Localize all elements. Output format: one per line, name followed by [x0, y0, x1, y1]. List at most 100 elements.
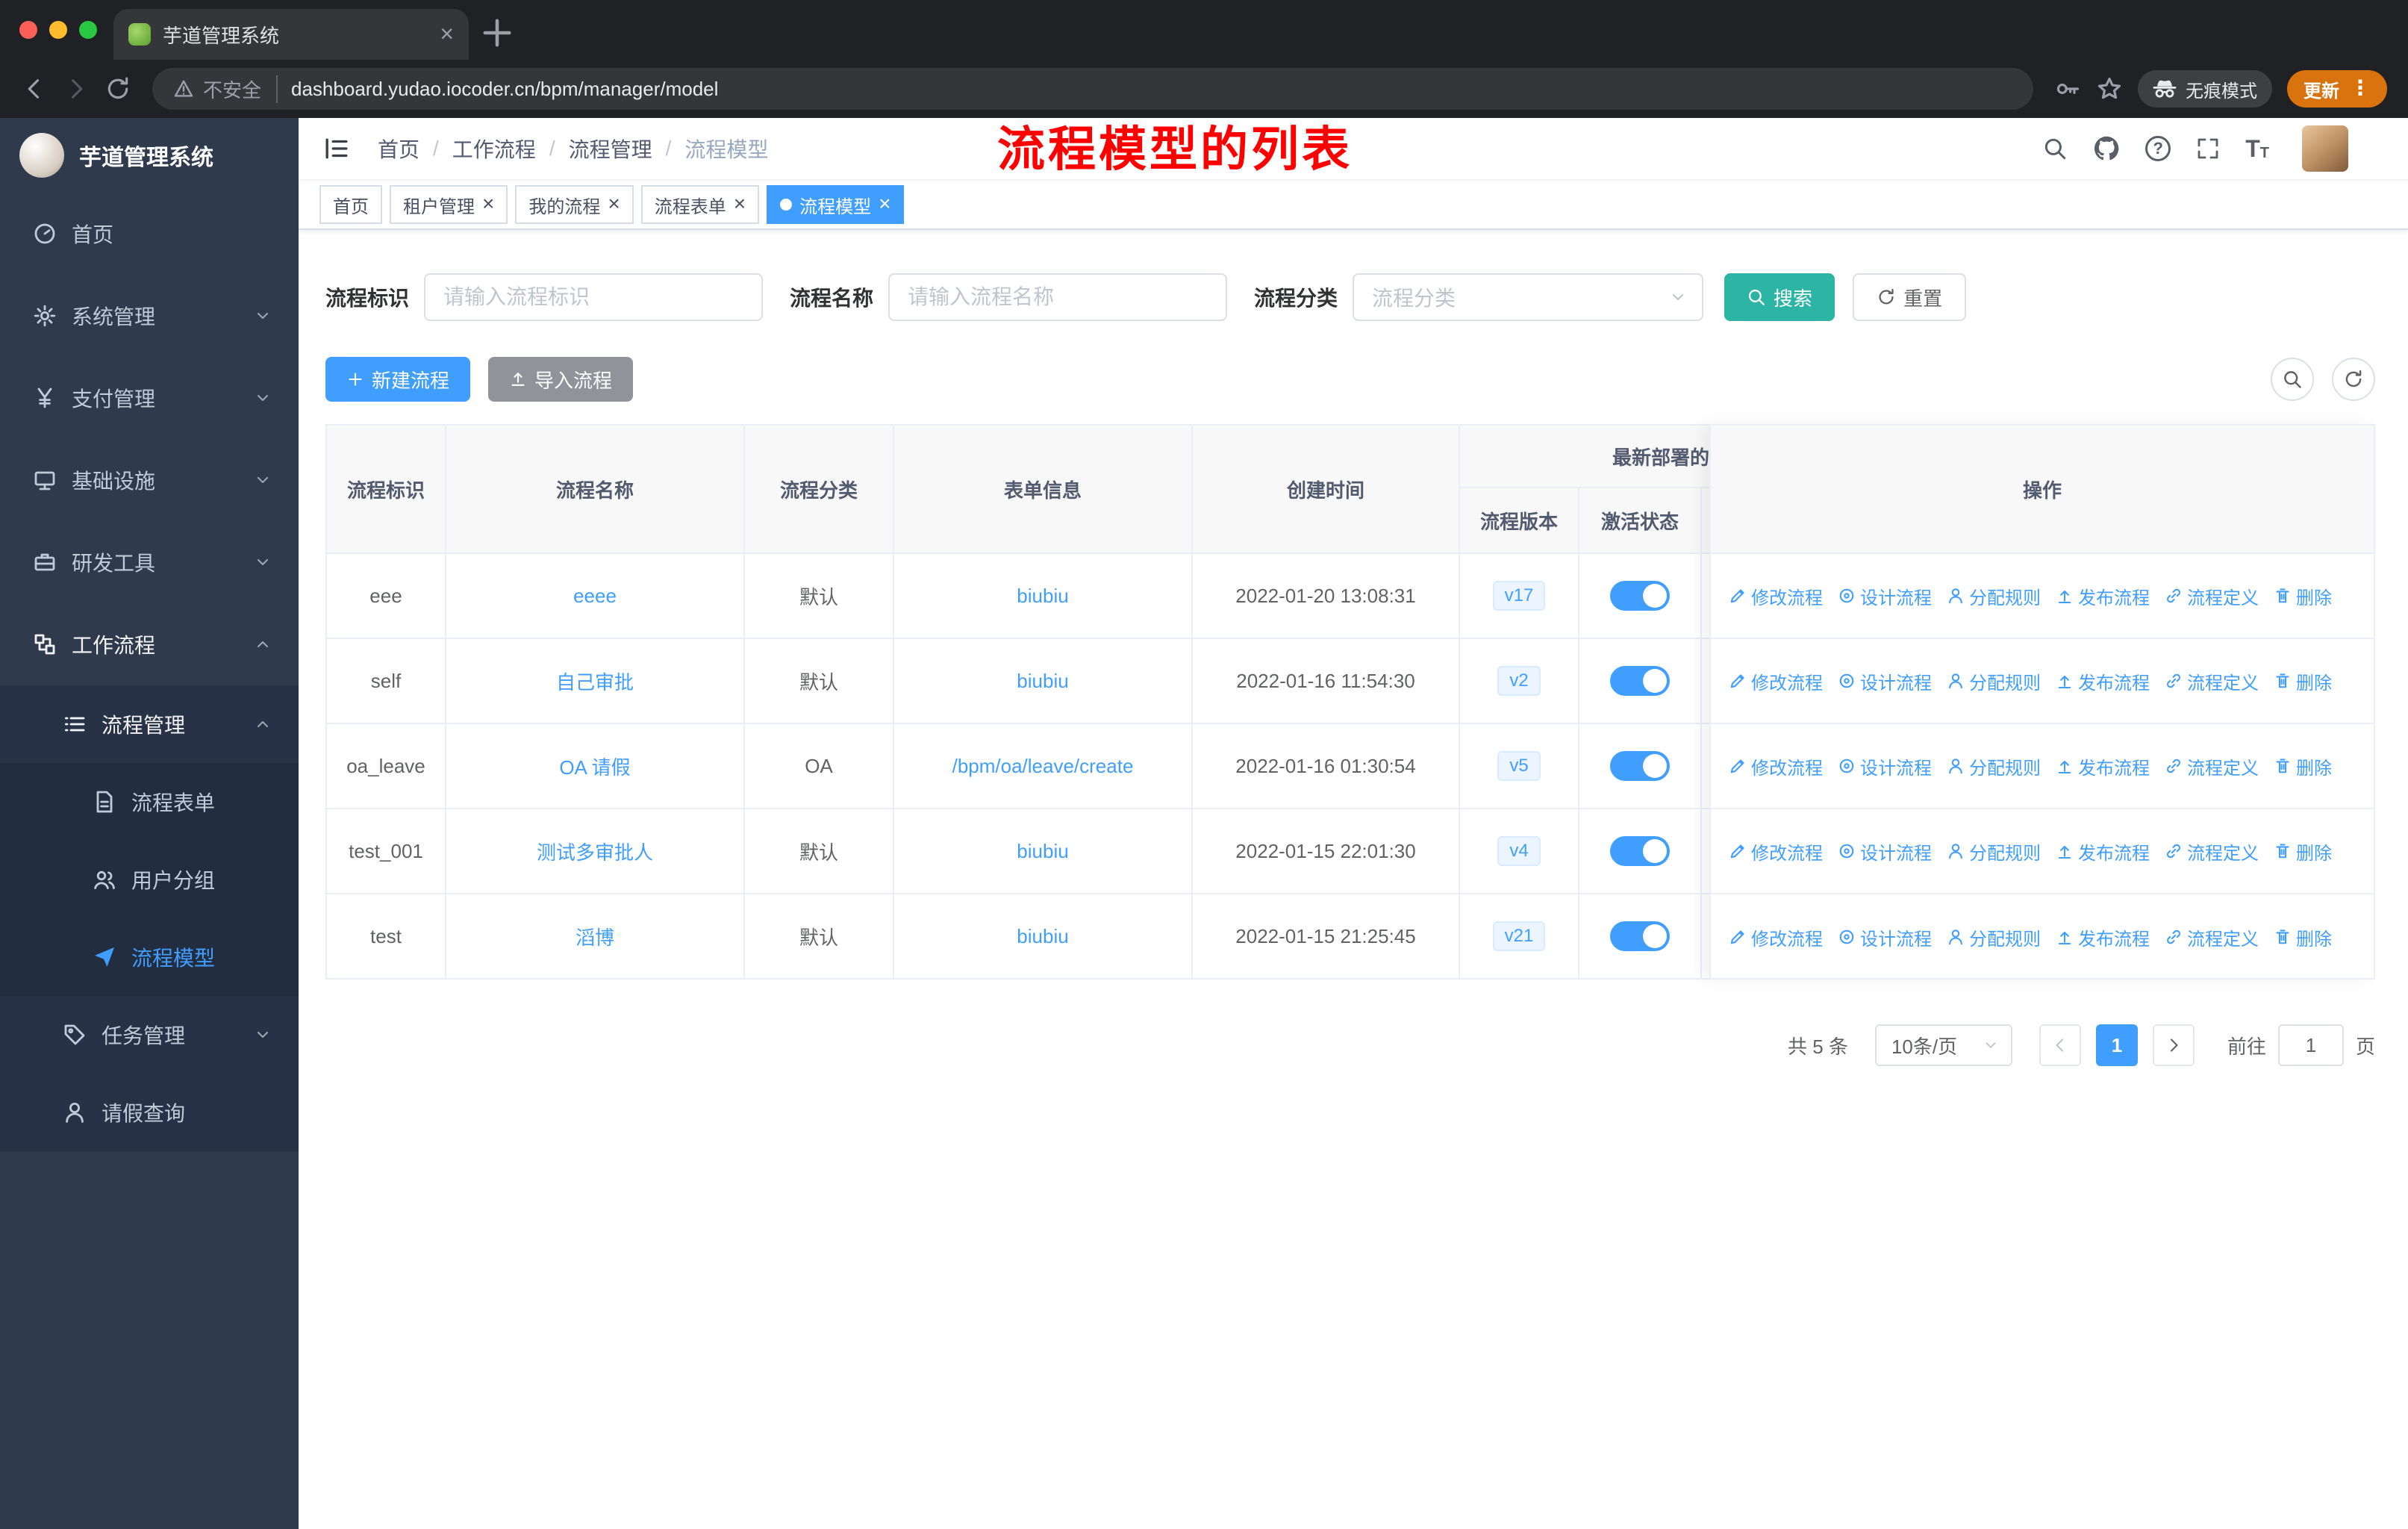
form-link[interactable]: biubiu: [1017, 670, 1068, 692]
action-流程定义[interactable]: 流程定义: [2165, 838, 2259, 865]
form-link[interactable]: biubiu: [1017, 585, 1068, 607]
tag-流程表单[interactable]: 流程表单: [640, 185, 760, 224]
action-修改流程[interactable]: 修改流程: [1729, 924, 1823, 950]
sidebar-item-流程模型[interactable]: 流程模型: [0, 918, 299, 996]
back-icon[interactable]: [21, 75, 48, 102]
close-window-button[interactable]: [19, 21, 37, 39]
security-status[interactable]: 不安全: [173, 75, 278, 103]
action-分配规则[interactable]: 分配规则: [1947, 753, 2041, 779]
tag-我的流程[interactable]: 我的流程: [515, 185, 634, 224]
action-发布流程[interactable]: 发布流程: [2056, 753, 2150, 779]
tag-流程模型[interactable]: 流程模型: [767, 185, 905, 224]
create-process-button[interactable]: 新建流程: [325, 357, 471, 402]
process-name-input[interactable]: [888, 273, 1228, 321]
breadcrumb-home[interactable]: 首页: [378, 134, 419, 164]
active-toggle[interactable]: [1610, 581, 1670, 611]
action-设计流程[interactable]: 设计流程: [1838, 753, 1932, 779]
sidebar-collapse-icon[interactable]: [322, 134, 351, 163]
tag-首页[interactable]: 首页: [319, 185, 382, 224]
tag-租户管理[interactable]: 租户管理: [390, 185, 508, 224]
sidebar-item-研发工具[interactable]: 研发工具: [0, 521, 299, 603]
process-key-input[interactable]: [424, 273, 764, 321]
sidebar-item-流程管理[interactable]: 流程管理: [0, 685, 299, 763]
process-name-link[interactable]: eeee: [573, 585, 617, 607]
user-avatar[interactable]: [2302, 125, 2348, 172]
category-select[interactable]: 流程分类: [1353, 273, 1704, 321]
action-删除[interactable]: 删除: [2274, 583, 2332, 609]
minimize-window-button[interactable]: [49, 21, 67, 39]
sidebar-item-基础设施[interactable]: 基础设施: [0, 439, 299, 521]
sidebar-item-系统管理[interactable]: 系统管理: [0, 275, 299, 357]
help-icon[interactable]: [2145, 136, 2171, 161]
form-link[interactable]: biubiu: [1017, 840, 1068, 862]
active-toggle[interactable]: [1610, 751, 1670, 781]
font-size-icon[interactable]: [2245, 137, 2269, 161]
prev-page-button[interactable]: [2039, 1024, 2081, 1066]
action-设计流程[interactable]: 设计流程: [1838, 838, 1932, 865]
refresh-table-button[interactable]: [2332, 358, 2375, 401]
close-icon[interactable]: [608, 193, 620, 216]
sidebar-item-任务管理[interactable]: 任务管理: [0, 996, 299, 1074]
action-分配规则[interactable]: 分配规则: [1947, 838, 2041, 865]
breadcrumb-workflow[interactable]: 工作流程: [452, 134, 536, 164]
update-button[interactable]: 更新: [2287, 70, 2387, 108]
action-删除[interactable]: 删除: [2274, 668, 2332, 694]
bookmark-star-icon[interactable]: [2096, 75, 2123, 102]
url-bar[interactable]: 不安全 dashboard.yudao.iocoder.cn/bpm/manag…: [152, 68, 2033, 110]
action-发布流程[interactable]: 发布流程: [2056, 924, 2150, 950]
breadcrumb-process-mgmt[interactable]: 流程管理: [569, 134, 652, 164]
current-page-button[interactable]: 1: [2095, 1024, 2138, 1066]
action-流程定义[interactable]: 流程定义: [2165, 753, 2259, 779]
form-link[interactable]: /bpm/oa/leave/create: [952, 755, 1134, 777]
action-分配规则[interactable]: 分配规则: [1947, 668, 2041, 694]
action-设计流程[interactable]: 设计流程: [1838, 668, 1932, 694]
active-toggle[interactable]: [1610, 836, 1670, 866]
page-size-select[interactable]: 10条/页: [1874, 1024, 2012, 1066]
new-tab-button[interactable]: [478, 13, 517, 52]
action-设计流程[interactable]: 设计流程: [1838, 924, 1932, 950]
password-key-icon[interactable]: [2054, 75, 2081, 102]
action-修改流程[interactable]: 修改流程: [1729, 668, 1823, 694]
goto-page-input[interactable]: [2277, 1024, 2344, 1066]
action-分配规则[interactable]: 分配规则: [1947, 583, 2041, 609]
import-process-button[interactable]: 导入流程: [488, 357, 634, 402]
close-icon[interactable]: [734, 193, 746, 216]
action-流程定义[interactable]: 流程定义: [2165, 924, 2259, 950]
action-设计流程[interactable]: 设计流程: [1838, 583, 1932, 609]
action-修改流程[interactable]: 修改流程: [1729, 838, 1823, 865]
form-link[interactable]: biubiu: [1017, 925, 1068, 947]
close-icon[interactable]: [879, 193, 890, 216]
action-流程定义[interactable]: 流程定义: [2165, 668, 2259, 694]
action-修改流程[interactable]: 修改流程: [1729, 583, 1823, 609]
search-icon[interactable]: [2042, 136, 2068, 161]
app-logo[interactable]: 芋道管理系统: [0, 118, 299, 193]
active-toggle[interactable]: [1610, 666, 1670, 696]
action-流程定义[interactable]: 流程定义: [2165, 583, 2259, 609]
sidebar-item-用户分组[interactable]: 用户分组: [0, 841, 299, 918]
reset-button[interactable]: 重置: [1853, 273, 1967, 321]
browser-menu-icon[interactable]: [2350, 78, 2371, 100]
action-分配规则[interactable]: 分配规则: [1947, 924, 2041, 950]
action-删除[interactable]: 删除: [2274, 924, 2332, 950]
reload-icon[interactable]: [105, 75, 131, 102]
github-icon[interactable]: [2093, 135, 2120, 162]
process-name-link[interactable]: OA 请假: [559, 756, 630, 779]
close-icon[interactable]: [482, 193, 494, 216]
active-toggle[interactable]: [1610, 921, 1670, 951]
process-name-link[interactable]: 测试多审批人: [537, 841, 653, 864]
search-button[interactable]: 搜索: [1724, 273, 1835, 321]
sidebar-item-工作流程[interactable]: 工作流程: [0, 603, 299, 685]
action-删除[interactable]: 删除: [2274, 838, 2332, 865]
sidebar-item-流程表单[interactable]: 流程表单: [0, 763, 299, 841]
action-发布流程[interactable]: 发布流程: [2056, 668, 2150, 694]
sidebar-item-支付管理[interactable]: 支付管理: [0, 357, 299, 439]
action-发布流程[interactable]: 发布流程: [2056, 838, 2150, 865]
action-删除[interactable]: 删除: [2274, 753, 2332, 779]
browser-tab[interactable]: 芋道管理系统: [113, 9, 469, 60]
zoom-window-button[interactable]: [79, 21, 97, 39]
sidebar-item-请假查询[interactable]: 请假查询: [0, 1074, 299, 1151]
sidebar-item-首页[interactable]: 首页: [0, 193, 299, 275]
process-name-link[interactable]: 自己审批: [556, 671, 634, 694]
toggle-search-button[interactable]: [2271, 358, 2314, 401]
forward-icon[interactable]: [63, 75, 90, 102]
